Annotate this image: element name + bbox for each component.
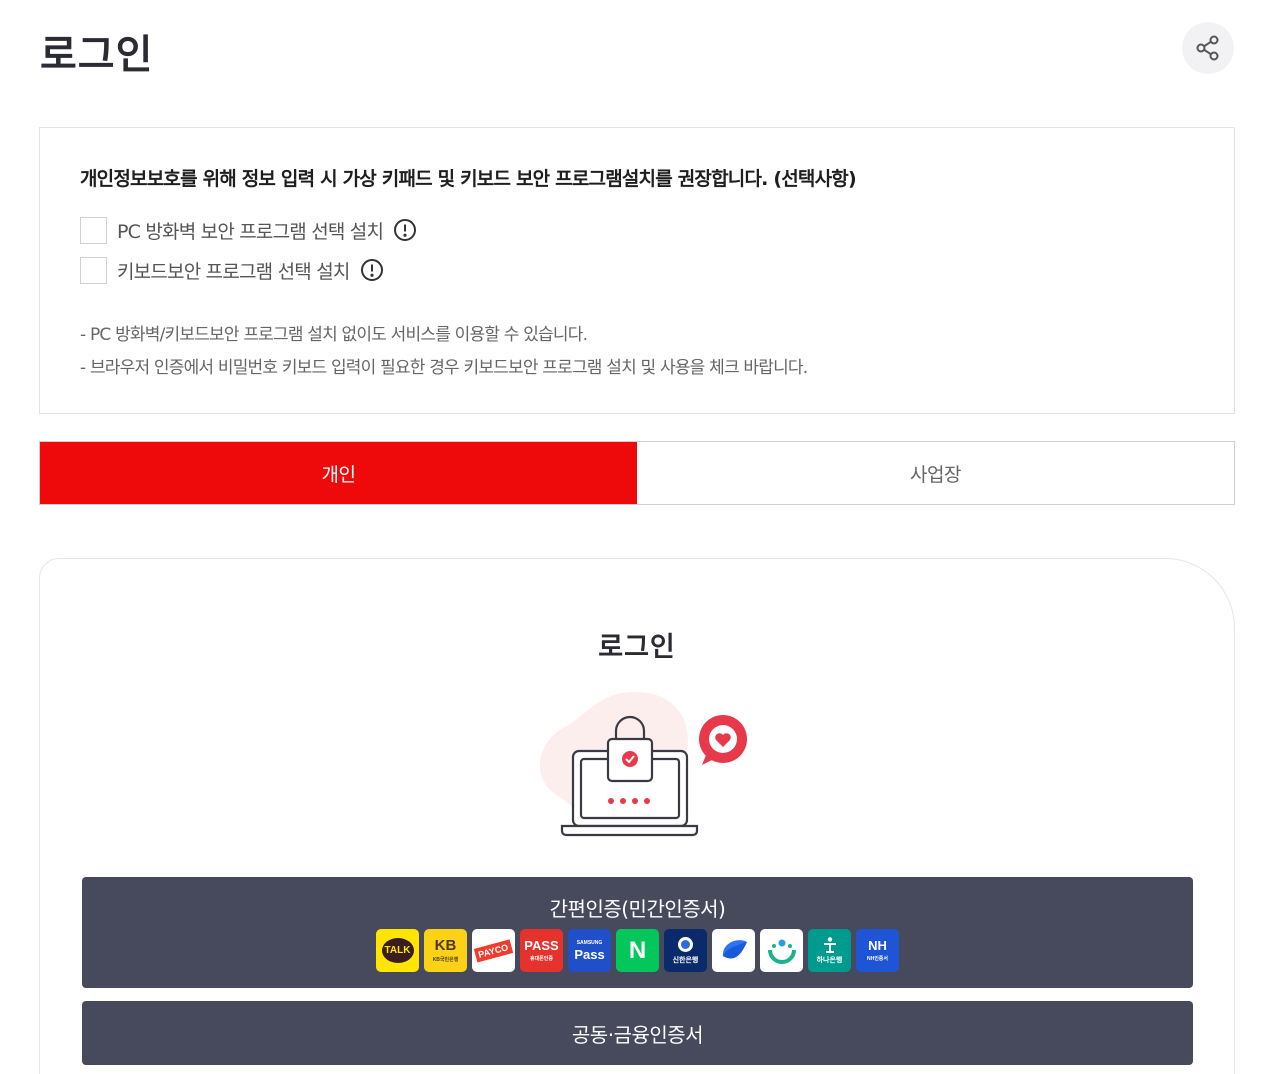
samsung-pass-icon: SAMSUNG Pass [568,929,611,972]
info-icon[interactable] [393,218,417,242]
firewall-checkbox[interactable] [80,216,107,244]
tab-personal[interactable]: 개인 [40,442,637,504]
notice-title: 개인정보보호를 위해 정보 입력 시 가상 키패드 및 키보드 보안 프로그램설… [80,168,857,190]
keyboard-security-option[interactable]: 키보드보안 프로그램 선택 설치 [80,256,384,284]
payco-icon: PAYCO [472,929,515,972]
firewall-label: PC 방화벽 보안 프로그램 선택 설치 [117,220,384,243]
share-icon [1196,35,1219,61]
tab-business[interactable]: 사업장 [637,442,1234,504]
login-card: 로그인 간편인증(민간인증서) TALK KB KB국민은행 PAYCO PAS… [39,558,1235,1074]
notice-note: - 브라우저 인증에서 비밀번호 키보드 입력이 필요한 경우 키보드보안 프로… [80,358,808,378]
laptop-lock-illustration [539,692,747,837]
shinhan-bank-icon: 신한은행 [664,929,707,972]
share-button[interactable] [1182,22,1234,74]
notice-note: - PC 방화벽/키보드보안 프로그램 설치 없이도 서비스를 이용할 수 있습… [80,325,588,345]
security-notice: 개인정보보호를 위해 정보 입력 시 가상 키패드 및 키보드 보안 프로그램설… [39,127,1235,414]
kakao-talk-icon: TALK [376,929,419,972]
keyboard-security-label: 키보드보안 프로그램 선택 설치 [117,260,350,283]
certificate-login-button[interactable]: 공동·금융인증서 [82,1001,1193,1065]
bank-app-icon [760,929,803,972]
pass-icon: PASS 휴대폰인증 [520,929,563,972]
kb-bank-icon: KB KB국민은행 [424,929,467,972]
user-type-tabs: 개인 사업장 [39,441,1235,505]
easy-auth-label: 간편인증(민간인증서) [549,897,726,921]
easy-auth-button[interactable]: 간편인증(민간인증서) TALK KB KB국민은행 PAYCO PASS 휴대… [82,877,1193,988]
info-icon[interactable] [360,258,384,282]
toss-icon [712,929,755,972]
nh-bank-icon: NH NH인증서 [856,929,899,972]
page-title: 로그인 [40,32,154,78]
provider-list: TALK KB KB국민은행 PAYCO PASS 휴대폰인증 SAMSUNG … [82,929,1193,972]
firewall-option[interactable]: PC 방화벽 보안 프로그램 선택 설치 [80,216,417,244]
login-title: 로그인 [598,632,676,663]
hana-bank-icon: 하나은행 [808,929,851,972]
keyboard-security-checkbox[interactable] [80,256,107,284]
naver-icon: N [616,929,659,972]
